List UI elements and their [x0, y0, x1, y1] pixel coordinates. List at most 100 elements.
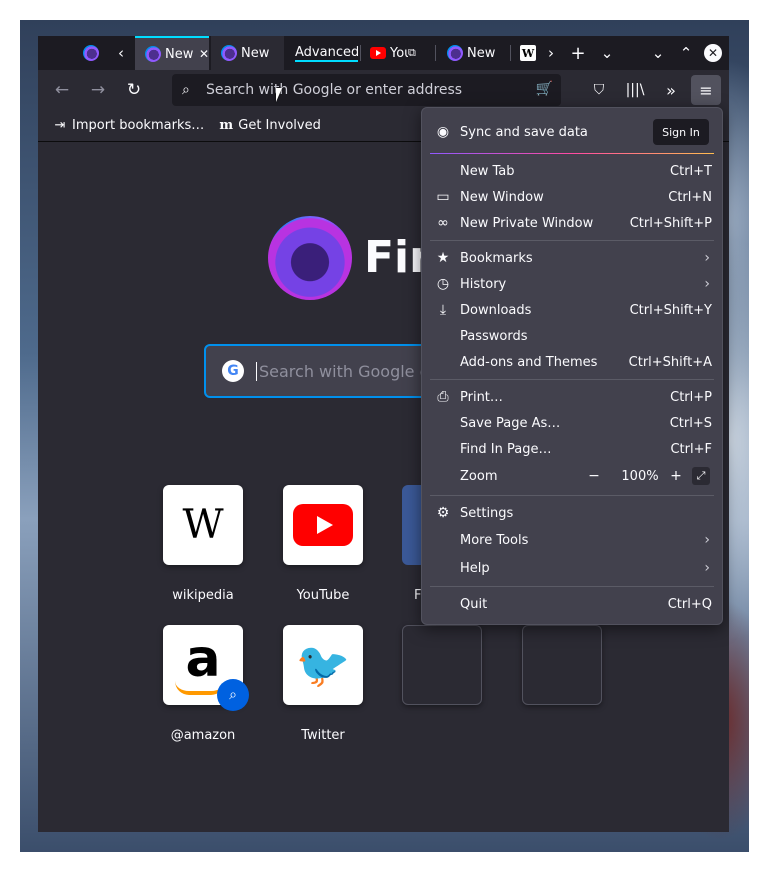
forward-button[interactable]: → [83, 75, 113, 105]
top-site-youtube[interactable] [283, 485, 363, 565]
newtab-search-input[interactable] [256, 361, 446, 381]
menu-downloads[interactable]: ⤓ Downloads Ctrl+Shift+Y [428, 297, 718, 323]
tab-separator [360, 45, 361, 61]
menu-quit[interactable]: Quit Ctrl+Q [428, 591, 718, 617]
shopping-cart-icon[interactable]: 🛒 [536, 81, 553, 97]
bookmark-label: Import bookmarks… [72, 118, 205, 133]
firefox-logo [268, 216, 352, 300]
address-bar[interactable]: ⌕ 🛒 [172, 74, 561, 106]
tab-label: New [241, 45, 270, 61]
bookmark-label: Get Involved [238, 118, 321, 133]
tab-new-muted[interactable]: New [211, 36, 284, 70]
zoom-in-button[interactable]: + [664, 463, 688, 489]
menu-shortcut: Ctrl+F [670, 441, 712, 457]
google-icon: G [222, 360, 244, 382]
tab-youtube[interactable]: YouTube ⧉ [362, 36, 434, 70]
menu-save-page[interactable]: Save Page As… Ctrl+S [428, 410, 718, 436]
firefox-icon [145, 46, 161, 62]
scroll-tabs-left-button[interactable]: ‹ [108, 36, 134, 70]
private-mask-icon: ∞ [437, 215, 449, 231]
menu-shortcut: Ctrl+Q [667, 596, 712, 612]
menu-label: Settings [460, 505, 514, 521]
new-tab-button[interactable]: + [565, 36, 591, 70]
minimize-button[interactable]: ⌄ [645, 36, 671, 70]
chevron-up-icon: ⌃ [679, 44, 693, 62]
top-site-twitter[interactable]: 🐦 [283, 625, 363, 705]
menu-help[interactable]: Help › [428, 555, 718, 581]
menu-new-tab[interactable]: New Tab Ctrl+T [428, 158, 718, 184]
menu-new-private-window[interactable]: ∞ New Private Window Ctrl+Shift+P [428, 210, 718, 236]
chevron-down-icon: ⌄ [651, 44, 665, 62]
menu-shortcut: Ctrl+P [670, 389, 712, 405]
tab-label: New Tab [467, 45, 497, 61]
menu-label: New Tab [460, 163, 515, 179]
app-menu-button[interactable]: ≡ [691, 75, 721, 105]
tab-wikipedia[interactable]: W [512, 36, 538, 70]
back-arrow-icon: ← [54, 80, 70, 100]
fullscreen-button[interactable]: ⤢ [692, 467, 710, 485]
pinned-tab[interactable] [78, 36, 104, 70]
menu-label: Quit [460, 596, 488, 612]
chevron-left-icon: ‹ [118, 44, 124, 62]
menu-label: New Private Window [460, 215, 594, 231]
menu-label: Add-ons and Themes [460, 354, 598, 370]
tab-separator [435, 45, 436, 61]
library-button[interactable]: |||\ [620, 75, 650, 105]
menu-separator [430, 379, 714, 380]
close-tab-icon[interactable]: ✕ [199, 47, 209, 61]
menu-separator [430, 495, 714, 496]
bookmark-get-involved[interactable]: m Get Involved [218, 118, 321, 133]
reload-button[interactable]: ↻ [119, 75, 149, 105]
menu-settings[interactable]: ⚙ Settings [428, 500, 718, 526]
plus-icon: + [570, 42, 586, 64]
menu-label: Downloads [460, 302, 532, 318]
empty-top-site[interactable] [522, 625, 602, 705]
menu-find-in-page[interactable]: Find In Page… Ctrl+F [428, 436, 718, 462]
import-icon: ⇥ [54, 118, 66, 133]
menu-label: Find In Page… [460, 441, 552, 457]
menu-more-tools[interactable]: More Tools › [428, 527, 718, 553]
list-all-tabs-button[interactable]: ⌄ [594, 36, 620, 70]
mouse-cursor [276, 88, 282, 102]
pocket-icon: ⛉ [593, 82, 605, 98]
maximize-button[interactable]: ⌃ [673, 36, 699, 70]
top-site-facebook[interactable] [402, 485, 422, 565]
window-close-button[interactable]: ✕ [704, 44, 722, 62]
menu-passwords[interactable]: Passwords [428, 323, 718, 349]
menu-separator [430, 153, 714, 154]
menu-label: Bookmarks [460, 250, 533, 266]
menu-separator [430, 240, 714, 241]
sign-in-button[interactable]: Sign In [653, 119, 709, 145]
menu-addons-themes[interactable]: Add-ons and Themes Ctrl+Shift+A [428, 349, 718, 375]
zoom-out-button[interactable]: − [582, 463, 606, 489]
empty-top-site[interactable] [402, 625, 482, 705]
firefox-icon [447, 45, 463, 61]
menu-history[interactable]: ◷ History › [428, 271, 718, 297]
tab-label: YouTube [390, 45, 408, 61]
close-icon: ✕ [707, 46, 719, 60]
url-input[interactable] [206, 82, 526, 98]
menu-label: Passwords [460, 328, 528, 344]
gear-icon: ⚙ [436, 505, 450, 521]
search-icon: ⌕ [182, 82, 190, 98]
tab-advanced[interactable]: Advanced [286, 36, 358, 70]
menu-bookmarks[interactable]: ★ Bookmarks › [428, 245, 718, 271]
tab-label: Advanced [295, 44, 358, 62]
zoom-reset-button[interactable]: 100% [614, 463, 666, 489]
overflow-menu-button[interactable]: » [656, 75, 686, 105]
menu-print[interactable]: ⎙ Print… Ctrl+P [428, 384, 718, 410]
menu-new-window[interactable]: ▭ New Window Ctrl+N [428, 184, 718, 210]
back-button[interactable]: ← [47, 75, 77, 105]
app-menu-panel: ◉ Sync and save data Sign In New Tab Ctr… [421, 107, 723, 625]
tab-separator [510, 45, 511, 61]
top-site-wikipedia[interactable]: W [163, 485, 243, 565]
download-icon: ⤓ [439, 302, 447, 318]
newtab-search-box[interactable]: G [204, 344, 454, 398]
tab-new-tab-selected[interactable]: New Tab ✕ [135, 36, 209, 70]
bookmark-import[interactable]: ⇥ Import bookmarks… [52, 118, 205, 133]
top-site-label: YouTube [296, 588, 350, 603]
pocket-button[interactable]: ⛉ [584, 75, 614, 105]
scroll-tabs-right-button[interactable]: › [538, 36, 564, 70]
chevron-right-icon: › [704, 532, 710, 548]
tab-new-tab[interactable]: New Tab [437, 36, 509, 70]
